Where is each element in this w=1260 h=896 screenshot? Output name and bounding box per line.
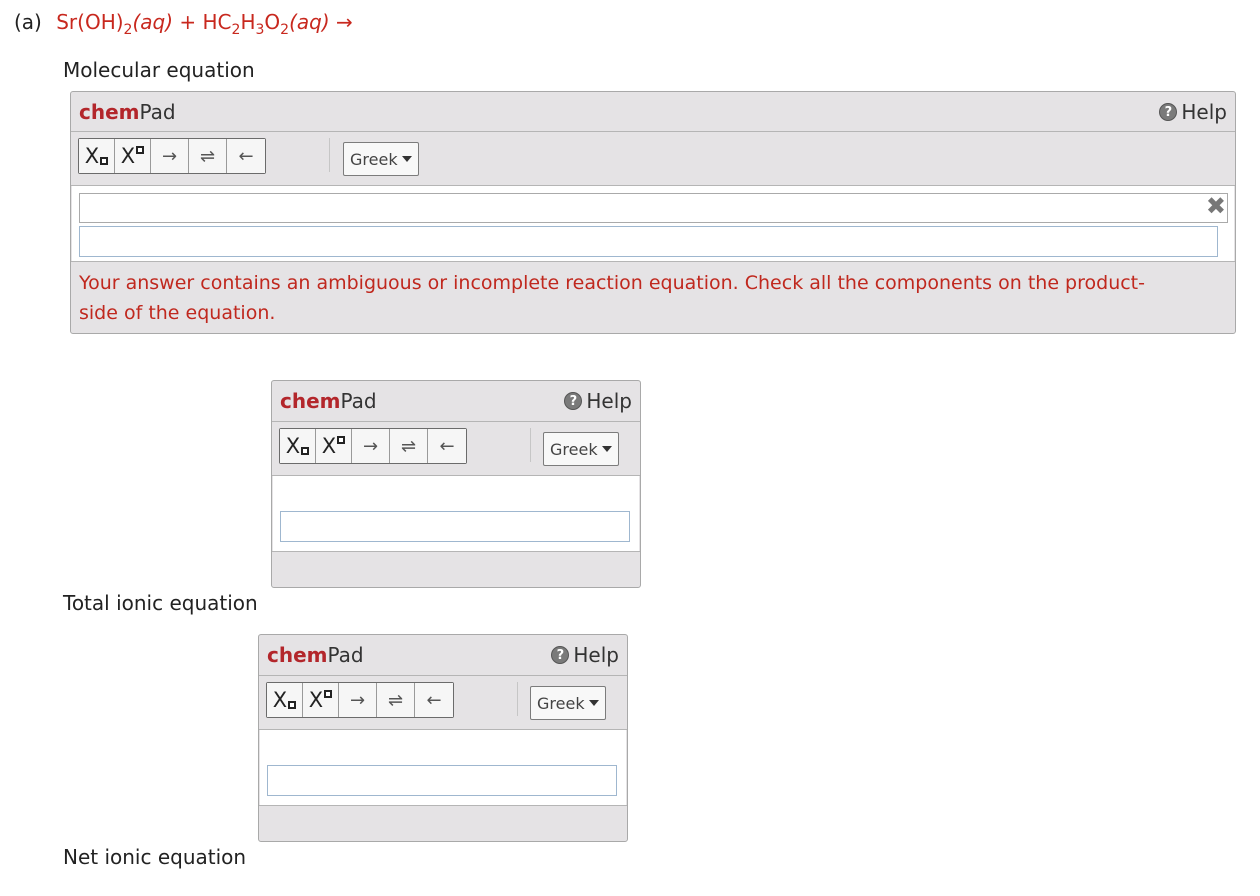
chempad-title: chemPad <box>267 643 364 667</box>
superscript-button[interactable]: X <box>303 683 339 717</box>
help-button[interactable]: ? Help <box>1159 100 1227 124</box>
greek-dropdown[interactable]: Greek <box>530 686 606 720</box>
superscript-button[interactable]: X <box>316 429 352 463</box>
input-area <box>260 730 626 805</box>
greek-dropdown[interactable]: Greek <box>543 432 619 466</box>
chempad-title-bold: chem <box>280 389 341 413</box>
chempad-net-ionic: chemPad ? Help X X → ⇌ ← Greek <box>258 634 628 842</box>
arrow-left-button[interactable]: ← <box>415 683 453 717</box>
total-ionic-equation-label: Total ionic equation <box>63 591 258 615</box>
arrow-left-button[interactable]: ← <box>428 429 466 463</box>
superscript-box-icon <box>136 146 145 154</box>
subscript-button[interactable]: X <box>267 683 303 717</box>
subscript-button[interactable]: X <box>79 139 115 173</box>
molecular-equation-label: Molecular equation <box>63 58 255 82</box>
state-aq-1: (aq) <box>132 10 174 34</box>
error-line-1: Your answer contains an ambiguous or inc… <box>79 272 1145 294</box>
input-area <box>273 476 639 551</box>
chempad-title-bold: chem <box>267 643 328 667</box>
clear-icon[interactable]: ✖ <box>1206 192 1226 220</box>
problem-statement: (a) Sr(OH)2(aq) + HC2H3O2(aq) → <box>14 10 353 37</box>
toolbar-divider <box>329 138 330 172</box>
superscript-x: X <box>321 434 337 458</box>
chempad-total-ionic: chemPad ? Help X X → ⇌ ← Greek <box>271 380 641 588</box>
chempad-molecular: chemPad ? Help X X → ⇌ ← Greek ✖ Your ans… <box>70 91 1236 334</box>
arrow-right-button[interactable]: → <box>352 429 390 463</box>
chevron-down-icon <box>401 156 412 162</box>
greek-label: Greek <box>537 693 585 713</box>
arrow-right-button[interactable]: → <box>339 683 377 717</box>
state-aq-2: (aq) <box>289 10 330 34</box>
toolbar-divider <box>530 428 531 462</box>
plus-sign: + <box>179 10 197 34</box>
arrow-equilibrium-button[interactable]: ⇌ <box>189 139 227 173</box>
chevron-down-icon <box>588 700 599 706</box>
divider <box>259 675 627 676</box>
arrow-left-button[interactable]: ← <box>227 139 265 173</box>
toolbar-divider <box>517 682 518 716</box>
help-label: Help <box>573 643 619 667</box>
divider <box>272 551 640 552</box>
chempad-title-rest: Pad <box>340 389 377 413</box>
greek-dropdown[interactable]: Greek <box>343 142 419 176</box>
format-toolbar: X X → ⇌ ← <box>266 682 454 718</box>
reactant-1: Sr(OH) <box>56 10 124 34</box>
chempad-title: chemPad <box>79 100 176 124</box>
chempad-title-rest: Pad <box>327 643 364 667</box>
help-icon: ? <box>551 646 570 664</box>
arrow-right-button[interactable]: → <box>151 139 189 173</box>
divider <box>71 261 1235 262</box>
net-ionic-equation-label: Net ionic equation <box>63 845 247 869</box>
subscript-box-icon <box>288 701 297 709</box>
subscript-button[interactable]: X <box>280 429 316 463</box>
reactant-2-sub-c: 2 <box>280 22 290 38</box>
equation-input[interactable] <box>280 511 630 542</box>
greek-label: Greek <box>350 149 398 169</box>
chevron-down-icon <box>601 446 612 452</box>
error-message: Your answer contains an ambiguous or inc… <box>79 268 1145 328</box>
help-icon: ? <box>564 392 583 410</box>
divider <box>71 131 1235 132</box>
superscript-x: X <box>120 144 136 168</box>
reactant-2-part-a: HC <box>202 10 232 34</box>
subscript-box-icon <box>100 157 109 165</box>
help-icon: ? <box>1159 103 1178 121</box>
arrow-equilibrium-button[interactable]: ⇌ <box>377 683 415 717</box>
divider <box>272 421 640 422</box>
superscript-box-icon <box>337 436 346 444</box>
help-button[interactable]: ? Help <box>564 389 632 413</box>
chempad-title-rest: Pad <box>139 100 176 124</box>
reaction-equation: Sr(OH)2(aq) + HC2H3O2(aq) → <box>56 10 353 37</box>
problem-label: (a) <box>14 10 42 34</box>
help-button[interactable]: ? Help <box>551 643 619 667</box>
superscript-x: X <box>308 688 324 712</box>
reaction-arrow: → <box>336 10 353 34</box>
rendered-equation-field <box>79 193 1228 223</box>
error-line-2: side of the equation. <box>79 302 276 324</box>
reactant-2-part-b: H <box>240 10 256 34</box>
format-toolbar: X X → ⇌ ← <box>279 428 467 464</box>
reactant-2-part-c: O <box>264 10 281 34</box>
chempad-title-bold: chem <box>79 100 140 124</box>
divider <box>259 805 627 806</box>
subscript-x: X <box>272 688 288 712</box>
help-label: Help <box>1181 100 1227 124</box>
help-label: Help <box>586 389 632 413</box>
chempad-title: chemPad <box>280 389 377 413</box>
format-toolbar: X X → ⇌ ← <box>78 138 266 174</box>
superscript-button[interactable]: X <box>115 139 151 173</box>
greek-label: Greek <box>550 439 598 459</box>
subscript-box-icon <box>301 447 310 455</box>
equation-input[interactable] <box>267 765 617 796</box>
superscript-box-icon <box>324 690 333 698</box>
equation-input[interactable] <box>79 226 1218 257</box>
subscript-x: X <box>285 434 301 458</box>
input-area: ✖ <box>72 186 1234 261</box>
subscript-x: X <box>84 144 100 168</box>
arrow-equilibrium-button[interactable]: ⇌ <box>390 429 428 463</box>
